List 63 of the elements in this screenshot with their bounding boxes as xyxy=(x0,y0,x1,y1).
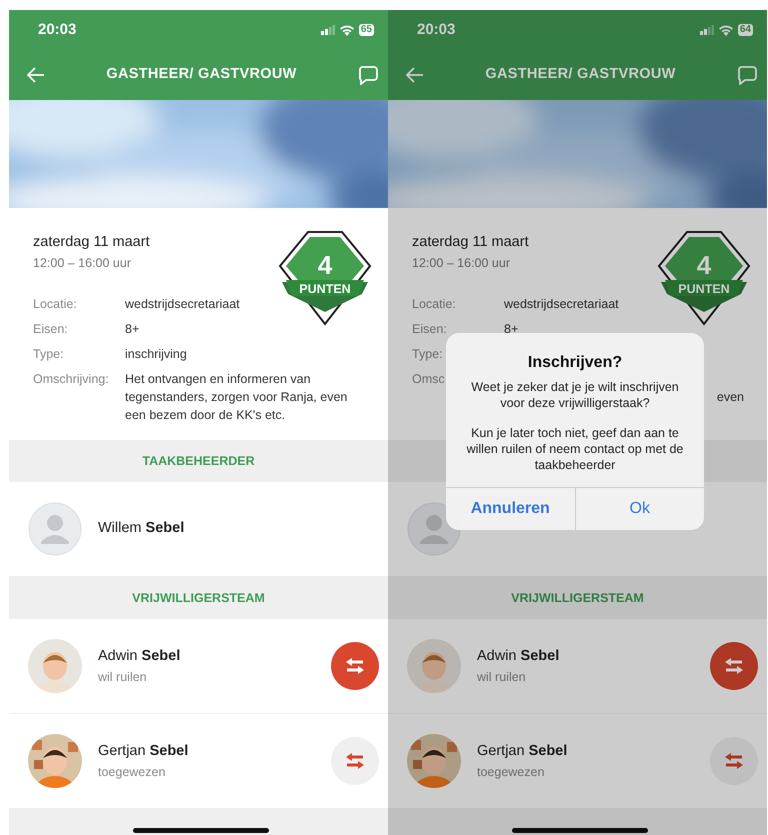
points-label: PUNTEN xyxy=(678,282,730,296)
swap-button[interactable] xyxy=(331,737,379,785)
swap-icon xyxy=(344,751,366,771)
chat-button[interactable] xyxy=(737,65,757,85)
battery-level: 64 xyxy=(738,24,753,36)
section-heading: VRIJWILLIGERSTEAM xyxy=(511,590,644,607)
signal-icon xyxy=(700,25,714,35)
swap-icon xyxy=(344,656,366,676)
person-status: wil ruilen xyxy=(98,668,148,686)
dialog-message: Weet je zeker dat je je wilt inschrijven voor deze vrijwilligerstaak? xyxy=(470,379,680,411)
detail-label: Eisen: xyxy=(412,322,447,336)
person-name: Gertjan Sebel xyxy=(98,742,190,761)
person-name: Willem Sebel xyxy=(98,519,184,538)
detail-value: even xyxy=(716,390,744,404)
detail-value: inschrijving xyxy=(125,346,188,362)
points-label: PUNTEN xyxy=(299,282,351,296)
detail-label: Eisen: xyxy=(33,322,68,336)
section-heading: VRIJWILLIGERSTEAM xyxy=(132,590,265,607)
detail-value: Het ontvangen en informeren van tegenstanders, zorgen voor Ranja, even een bezem door de KK's etc. xyxy=(125,370,348,424)
swap-button[interactable] xyxy=(710,737,758,785)
detail-label: Omsc xyxy=(412,372,445,386)
detail-label: Locatie: xyxy=(33,296,77,310)
swap-button[interactable] xyxy=(331,642,379,690)
back-button[interactable] xyxy=(406,67,424,83)
dialog-button[interactable]: Annuleren xyxy=(446,488,574,530)
detail-value: 8+ xyxy=(504,320,520,338)
person-status: toegewezen xyxy=(98,764,166,781)
event-time: 12:00 – 16:00 uur xyxy=(412,254,510,272)
detail-label: Type: xyxy=(412,346,443,360)
detail-value: wedstrijdsecretariaat xyxy=(125,296,241,312)
wifi-icon xyxy=(338,24,355,36)
battery-level: 65 xyxy=(358,24,374,36)
wifi-icon xyxy=(718,24,734,36)
dialog-button[interactable]: Ok xyxy=(574,488,704,530)
status-time: 20:03 xyxy=(38,20,76,40)
points-value: 4 xyxy=(696,250,712,280)
back-button[interactable] xyxy=(27,67,45,83)
dialog-message: Kun je later toch niet, geef dan aan te willen ruilen of neem contact op met de taakbeheerder xyxy=(466,425,684,473)
event-date: zaterdag 11 maart xyxy=(412,233,529,252)
section-heading: TAAKBEHEERDER xyxy=(142,452,255,470)
swap-icon xyxy=(723,751,745,771)
avatar-placeholder-icon xyxy=(28,502,82,556)
detail-value: wedstrijdsecretariaat xyxy=(504,296,620,312)
person-name: Gertjan Sebel xyxy=(477,742,568,761)
person-name: Adwin Sebel xyxy=(477,646,560,666)
dialog-title: Inschrijven? xyxy=(526,353,624,373)
page-title: GASTHEER/ GASTVROUW xyxy=(106,65,297,84)
detail-label: Locatie: xyxy=(412,296,456,310)
points-value: 4 xyxy=(318,250,332,280)
detail-label: Type: xyxy=(33,346,64,360)
signal-icon xyxy=(320,25,335,35)
swap-button[interactable] xyxy=(710,642,758,690)
event-time: 12:00 – 16:00 uur xyxy=(33,254,131,272)
status-time: 20:03 xyxy=(417,20,456,40)
event-date: zaterdag 11 maart xyxy=(33,233,150,252)
person-status: wil ruilen xyxy=(477,668,527,686)
chat-button[interactable] xyxy=(358,65,378,85)
detail-value: 8+ xyxy=(125,320,140,338)
page-title: GASTHEER/ GASTVROUW xyxy=(485,65,676,84)
swap-icon xyxy=(723,656,745,676)
detail-label: Omschrijving: xyxy=(33,372,109,386)
person-status: toegewezen xyxy=(477,764,546,781)
person-name: Adwin Sebel xyxy=(98,646,182,666)
